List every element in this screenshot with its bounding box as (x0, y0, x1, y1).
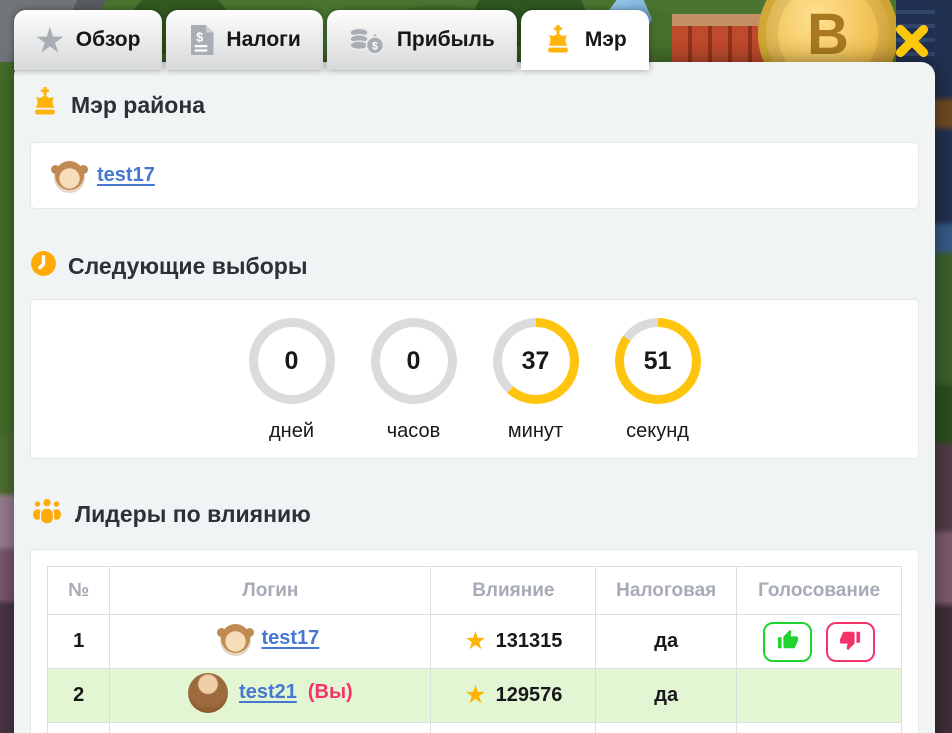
section-title: Лидеры по влиянию (75, 501, 311, 528)
table-header-row: № Логин Влияние Налоговая Голосование (48, 567, 902, 615)
crown-icon (30, 87, 60, 123)
thumbs-down-icon (839, 629, 861, 654)
svg-text:$: $ (372, 41, 378, 53)
countdown-value: 0 (407, 347, 421, 376)
header-influence: Влияние (431, 567, 596, 615)
tab-label: Мэр (585, 28, 627, 52)
tab-label: Обзор (76, 28, 141, 52)
tab-mayor[interactable]: Мэр (521, 10, 649, 70)
you-badge: (Вы) (308, 681, 353, 704)
table-row: 1 test17 ★ 131315 (48, 615, 902, 669)
influence-star-icon: ★ (464, 629, 486, 654)
table-row-partial (48, 723, 902, 733)
rank-cell: 1 (48, 615, 110, 669)
close-button[interactable] (893, 23, 931, 61)
background-right-strip (935, 0, 952, 733)
countdown-label: часов (387, 420, 441, 443)
header-number: № (48, 567, 110, 615)
clock-icon (30, 250, 57, 283)
tab-profit[interactable]: $ Прибыль (327, 10, 517, 70)
countdown-hours: 0 часов (366, 318, 462, 443)
background-left-strip (0, 62, 14, 733)
tab-overview[interactable]: ★ Обзор (14, 10, 162, 70)
countdown-ring: 0 (249, 318, 335, 404)
influence-value: 131315 (496, 630, 563, 653)
mayor-card: test17 (30, 142, 919, 209)
voting-cell (737, 615, 902, 669)
countdown-value: 37 (522, 347, 550, 376)
header-login: Логин (110, 567, 431, 615)
login-cell: test17 (110, 615, 431, 669)
countdown-value: 51 (644, 347, 672, 376)
profit-coins-icon: $ (349, 25, 385, 55)
header-tax: Налоговая (596, 567, 737, 615)
crown-icon (543, 25, 573, 55)
countdown-label: дней (269, 420, 314, 443)
table-row-you: 2 test21 (Вы) ★ 129576 (48, 669, 902, 723)
vote-up-button[interactable] (763, 622, 812, 662)
countdown-label: секунд (626, 420, 689, 443)
countdown-value: 0 (285, 347, 299, 376)
elections-section-header: Следующие выборы (30, 251, 919, 281)
player-login-link[interactable]: test17 (261, 627, 319, 650)
mayor-section-header: Мэр района (30, 90, 919, 120)
influence-cell: ★ 129576 (431, 669, 596, 723)
bitcoin-symbol: B (807, 1, 849, 68)
countdown-days: 0 дней (244, 318, 340, 443)
monkey-avatar (221, 624, 250, 653)
leaders-section-header: Лидеры по влиянию (30, 499, 919, 529)
tab-bar: ★ Обзор $ Налоги (14, 10, 649, 70)
woman-avatar (188, 673, 228, 713)
svg-text:$: $ (197, 30, 204, 44)
login-cell: test21 (Вы) (110, 669, 431, 723)
tab-label: Налоги (226, 28, 300, 52)
thumbs-up-icon (777, 629, 799, 654)
star-icon: ★ (36, 25, 64, 56)
tax-cell: да (596, 615, 737, 669)
countdown-ring: 51 (615, 318, 701, 404)
voting-cell (737, 669, 902, 723)
influence-cell: ★ 131315 (431, 615, 596, 669)
section-title: Следующие выборы (68, 253, 307, 280)
vote-down-button[interactable] (826, 622, 875, 662)
people-group-icon (30, 497, 64, 531)
leaders-table: № Логин Влияние Налоговая Голосование 1 (47, 566, 902, 733)
header-voting: Голосование (737, 567, 902, 615)
monkey-avatar (55, 161, 84, 190)
countdown-minutes: 37 минут (488, 318, 584, 443)
leaders-card: № Логин Влияние Налоговая Голосование 1 (30, 549, 919, 733)
player-login-link[interactable]: test21 (239, 681, 297, 704)
influence-star-icon: ★ (464, 683, 486, 708)
game-window: B ★ Обзор $ Налоги (0, 0, 952, 733)
countdown-seconds: 51 секунд (610, 318, 706, 443)
countdown-label: минут (508, 420, 563, 443)
close-x-icon (894, 47, 930, 62)
mayor-panel: Мэр района test17 Следующие выборы 0 дне… (14, 62, 935, 733)
countdown-card: 0 дней 0 часов 37 минут 51 секунд (30, 299, 919, 459)
tax-cell: да (596, 669, 737, 723)
influence-value: 129576 (496, 684, 563, 707)
mayor-login-link[interactable]: test17 (97, 164, 155, 187)
countdown-ring: 0 (371, 318, 457, 404)
section-title: Мэр района (71, 92, 205, 119)
tax-document-icon: $ (188, 25, 214, 55)
rank-cell: 2 (48, 669, 110, 723)
tab-label: Прибыль (397, 28, 495, 52)
tab-taxes[interactable]: $ Налоги (166, 10, 322, 70)
countdown-ring: 37 (493, 318, 579, 404)
